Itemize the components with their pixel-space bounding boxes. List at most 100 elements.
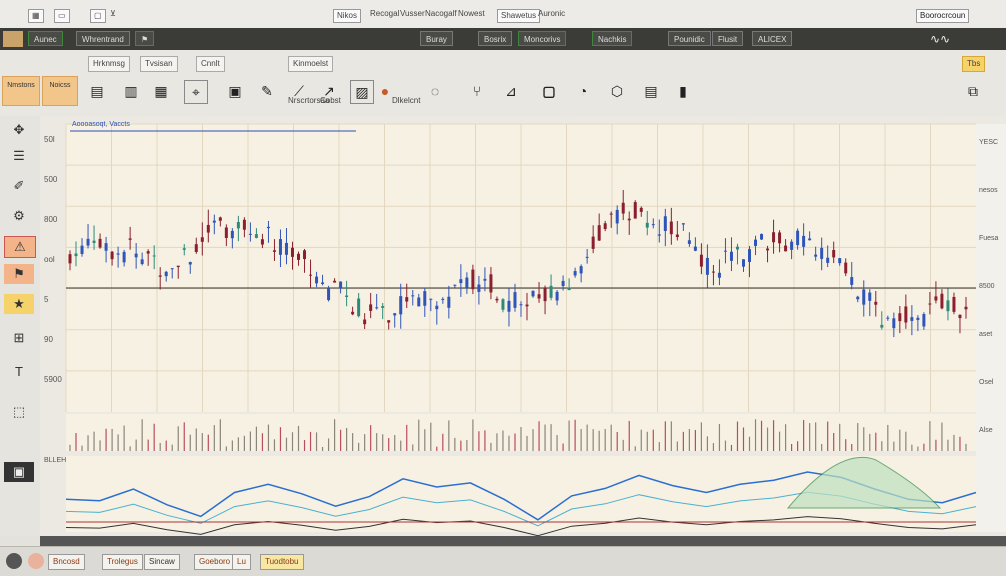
ribbon-tab-0[interactable]: Hrknmsg — [88, 56, 131, 72]
sidebar-star-icon[interactable]: ★ — [4, 294, 34, 314]
tool-measure-icon[interactable]: ⊿ — [500, 80, 522, 102]
tool-lasso-icon[interactable]: ◌ — [424, 80, 446, 102]
tool-chart-icon[interactable]: ▦ — [150, 80, 172, 102]
tab-left-1[interactable]: Nmstons — [2, 76, 40, 106]
tool-lock-icon[interactable]: ▮ — [672, 80, 694, 102]
sidebar-camera-icon[interactable]: ▣ — [4, 462, 34, 482]
ribbon-tab-1[interactable]: Tvsisan — [140, 56, 178, 72]
menu-restore-icon[interactable]: ▢ — [90, 9, 106, 23]
menu-item-2[interactable]: Vusser — [400, 9, 425, 21]
candle-body — [242, 219, 246, 230]
dark-left-label[interactable]: Aunec — [28, 31, 63, 46]
menu-item-3[interactable]: Nacogalf — [425, 9, 457, 21]
status-item-4[interactable]: Lu — [232, 554, 251, 570]
candle-body — [567, 287, 571, 291]
candle-body — [802, 235, 806, 247]
tool-shield-icon[interactable]: ⬡ — [606, 80, 628, 102]
ribbon-tab-2[interactable]: Cnnlt — [196, 56, 225, 72]
sidebar-cursor-icon[interactable]: ⬚ — [4, 402, 34, 422]
candle-body — [844, 262, 848, 274]
chart-svg: Aoooasoqt, Vaccts 50l 500 800 ool 5 90 5900 YESC… — [40, 116, 1006, 536]
dark-center-0[interactable]: Buray — [420, 31, 453, 46]
candle-body — [832, 249, 836, 258]
candle-body — [459, 279, 463, 284]
candle-body — [675, 234, 679, 238]
menu-right-box[interactable]: Boorocrcoun — [916, 9, 970, 23]
candle-body — [561, 280, 565, 287]
dark-left-button[interactable]: Whrentrand — [76, 31, 130, 46]
sidebar-note-icon[interactable]: ✐ — [4, 176, 34, 196]
tool-save-icon[interactable]: ▣ — [224, 80, 246, 102]
right-tick-label: YESC — [979, 139, 998, 146]
horizontal-scrollbar[interactable] — [40, 536, 1006, 546]
menu-item-0[interactable]: Nikos — [333, 9, 362, 23]
status-item-0[interactable]: Bncosd — [48, 554, 85, 570]
candle-body — [766, 248, 770, 251]
tool-pen-icon[interactable]: ✎ — [256, 80, 278, 102]
menu-filter-icon[interactable]: ⊻ — [110, 9, 116, 21]
candle-body — [417, 297, 421, 307]
dark-right-2[interactable]: Flusit — [712, 31, 744, 46]
candle-body — [898, 313, 902, 322]
status-avatar-icon[interactable] — [28, 553, 44, 569]
menu-grid-icon[interactable]: ▦ — [28, 9, 44, 23]
status-item-3[interactable]: Goeboro — [194, 554, 236, 570]
tool-document-icon[interactable]: ▤ — [86, 80, 108, 102]
sidebar-gear-icon[interactable]: ⚙ — [4, 206, 34, 226]
menu-item-5[interactable]: Shawetus — [497, 9, 541, 23]
tool-export-icon[interactable]: ⧉ — [962, 80, 984, 102]
tool-fork-icon[interactable]: ⑂ — [466, 80, 488, 102]
dark-right-3[interactable]: ALICEX — [752, 31, 793, 46]
sidebar-warning-icon[interactable]: ⚠ — [4, 236, 36, 258]
sidebar-cross-icon[interactable]: ✥ — [4, 120, 34, 140]
candle-body — [808, 238, 812, 241]
ribbon-right-badge[interactable]: Tbs — [962, 56, 986, 72]
tool-clipboard-icon[interactable]: ▤ — [640, 80, 662, 102]
candle-body — [116, 253, 120, 255]
candle-body — [315, 276, 319, 284]
tab-left-1-label: Nmstons — [7, 82, 35, 89]
candle-body — [164, 271, 168, 277]
candle-body — [633, 202, 637, 219]
candle-body — [850, 277, 854, 285]
candle-body — [176, 265, 180, 268]
sidebar-text-icon[interactable]: T — [4, 362, 34, 382]
tool-trend-icon[interactable]: ⟋ — [288, 80, 310, 102]
menu-window-icon[interactable]: ▭ — [54, 9, 70, 23]
menu-item-1[interactable]: Recogal — [370, 9, 399, 21]
dark-center-1[interactable]: Bosrix — [478, 31, 513, 46]
tool-cursor-icon[interactable]: ⌖ — [184, 80, 208, 104]
candle-body — [200, 237, 204, 242]
tool-bars-icon[interactable]: ▥ — [120, 80, 142, 102]
tool-image-icon[interactable]: ▨ — [350, 80, 374, 104]
sidebar-flag-icon[interactable]: ⚑ — [4, 264, 34, 284]
ribbon-pill-2[interactable]: Dlkelcnt — [388, 94, 424, 108]
menu-item-6[interactable]: Auronic — [538, 9, 565, 21]
candle-body — [254, 234, 258, 238]
candle-body — [194, 244, 198, 252]
status-bar: Bncosd Trolegus Sincaw Goeboro Lu Tuodto… — [0, 546, 1006, 576]
sidebar-ruler-icon[interactable]: ⊞ — [4, 328, 34, 348]
status-user-icon[interactable] — [6, 553, 22, 569]
candle-body — [435, 305, 439, 310]
menu-item-4[interactable]: Nowest — [458, 9, 485, 21]
dark-right-0[interactable]: Nachkis — [592, 31, 633, 46]
status-item-5[interactable]: Tuodtobu — [260, 554, 304, 570]
price-chart[interactable]: Aoooasoqt, Vaccts 50l 500 800 ool 5 90 5900 YESC… — [40, 116, 1006, 536]
status-item-2[interactable]: Sincaw — [144, 554, 180, 570]
candle-body — [387, 320, 391, 323]
tool-square-icon[interactable]: ▢ — [538, 80, 560, 102]
tool-line-icon[interactable]: ↗ — [318, 80, 340, 102]
candle-body — [964, 306, 968, 310]
status-item-1[interactable]: Trolegus — [102, 554, 143, 570]
ribbon-tab-3[interactable]: Kinmoelst — [288, 56, 334, 72]
sidebar-list-icon[interactable]: ☰ — [4, 146, 34, 166]
tab-left-2[interactable]: Noicss — [42, 76, 78, 106]
tool-ellipse-icon[interactable]: ◔ — [572, 80, 594, 102]
dark-right-1[interactable]: Pounidic — [668, 31, 711, 46]
candle-body — [489, 274, 493, 293]
candle-body — [627, 218, 631, 221]
dark-center-2[interactable]: Moncorivs — [518, 31, 567, 46]
candle-body — [711, 271, 715, 273]
dark-flag-icon[interactable]: ⚑ — [135, 31, 155, 46]
